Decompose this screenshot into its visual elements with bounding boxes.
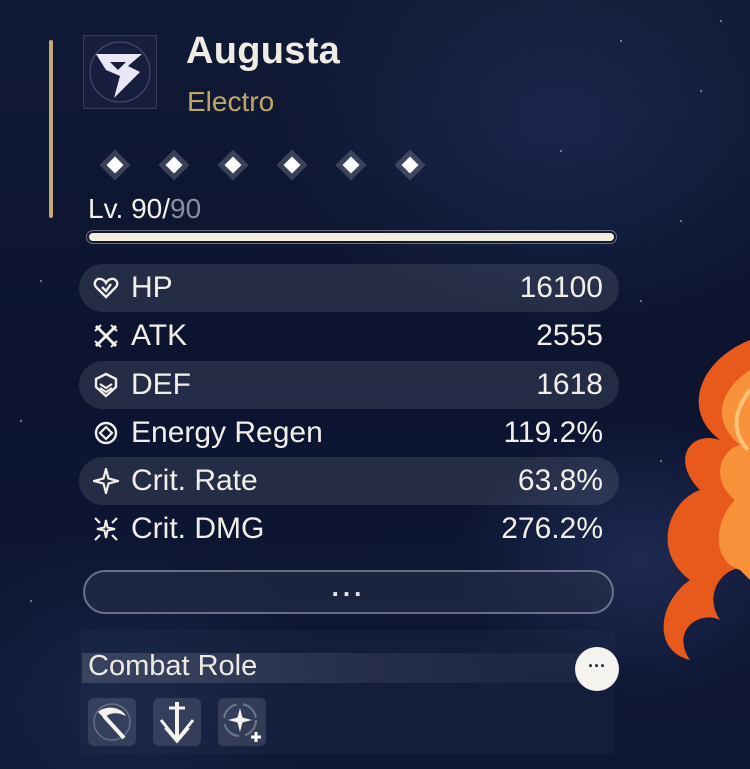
accent-bar <box>49 40 53 218</box>
stat-label: HP <box>131 271 173 304</box>
sparkle-plus-icon[interactable] <box>218 698 266 746</box>
level-progress-bar <box>86 230 617 244</box>
stat-row-atk: ATK 2555 <box>79 312 619 360</box>
energy-regen-icon <box>94 421 118 445</box>
diamond-icon[interactable] <box>275 148 309 182</box>
scythe-icon[interactable] <box>88 698 136 746</box>
more-stats-button[interactable]: ... <box>83 570 614 614</box>
stat-label: DEF <box>131 367 191 401</box>
crit-dmg-icon <box>94 517 118 542</box>
stat-value: 63.8% <box>517 464 603 498</box>
crit-rate-icon <box>93 468 119 495</box>
stat-label: Crit. DMG <box>131 512 265 546</box>
stat-row-crit-dmg: Crit. DMG 276.2% <box>79 505 619 553</box>
level-progress-fill <box>89 233 614 241</box>
diamond-icon[interactable] <box>216 148 250 182</box>
level-max: 90 <box>170 193 202 224</box>
character-name: Augusta <box>186 30 341 72</box>
stat-label: Crit. Rate <box>131 464 258 498</box>
element-label: Electro <box>187 86 275 117</box>
stat-label: Energy Regen <box>131 415 323 449</box>
stat-row-crit-rate: Crit. Rate 63.8% <box>79 457 619 506</box>
stat-value: 1618 <box>536 367 603 401</box>
stat-value: 2555 <box>536 319 603 353</box>
atk-icon <box>94 324 118 349</box>
stat-row-def: DEF 1618 <box>79 360 619 409</box>
stat-row-hp: HP 16100 <box>79 264 619 312</box>
level-separator: / <box>162 193 170 224</box>
diamond-icon[interactable] <box>157 148 191 182</box>
level-prefix: Lv. <box>88 193 132 224</box>
stat-value: 276.2% <box>501 512 603 546</box>
character-flame-artwork <box>663 340 750 660</box>
sequence-nodes <box>98 148 438 182</box>
hp-icon <box>93 277 119 299</box>
stats-list: HP 16100 ATK 2555 DEF 1618 Energy Regen … <box>79 264 619 554</box>
electro-emblem-icon <box>83 35 157 109</box>
stat-value: 16100 <box>519 271 603 304</box>
level-display: Lv. 90/90 <box>88 193 201 225</box>
stat-row-energy-regen: Energy Regen 119.2% <box>79 409 619 457</box>
level-current: 90 <box>131 193 163 224</box>
stat-value: 119.2% <box>503 415 603 449</box>
def-icon <box>94 372 118 398</box>
diamond-icon[interactable] <box>393 148 427 182</box>
diamond-icon[interactable] <box>334 148 368 182</box>
combat-role-more-button[interactable]: ··· <box>575 647 619 691</box>
combat-role-title: Combat Role <box>88 650 258 682</box>
diamond-icon[interactable] <box>98 148 132 182</box>
sword-down-icon[interactable] <box>153 698 201 746</box>
stat-label: ATK <box>131 319 188 353</box>
